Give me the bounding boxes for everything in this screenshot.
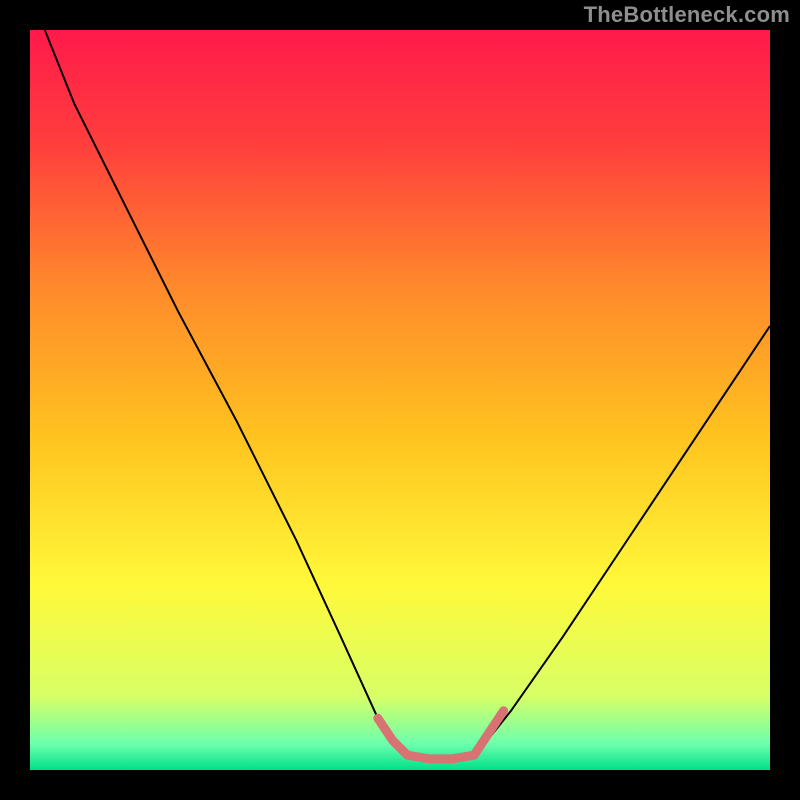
bottleneck-chart (30, 30, 770, 770)
gradient-background (30, 30, 770, 770)
watermark-text: TheBottleneck.com (584, 2, 790, 28)
chart-frame: TheBottleneck.com (0, 0, 800, 800)
